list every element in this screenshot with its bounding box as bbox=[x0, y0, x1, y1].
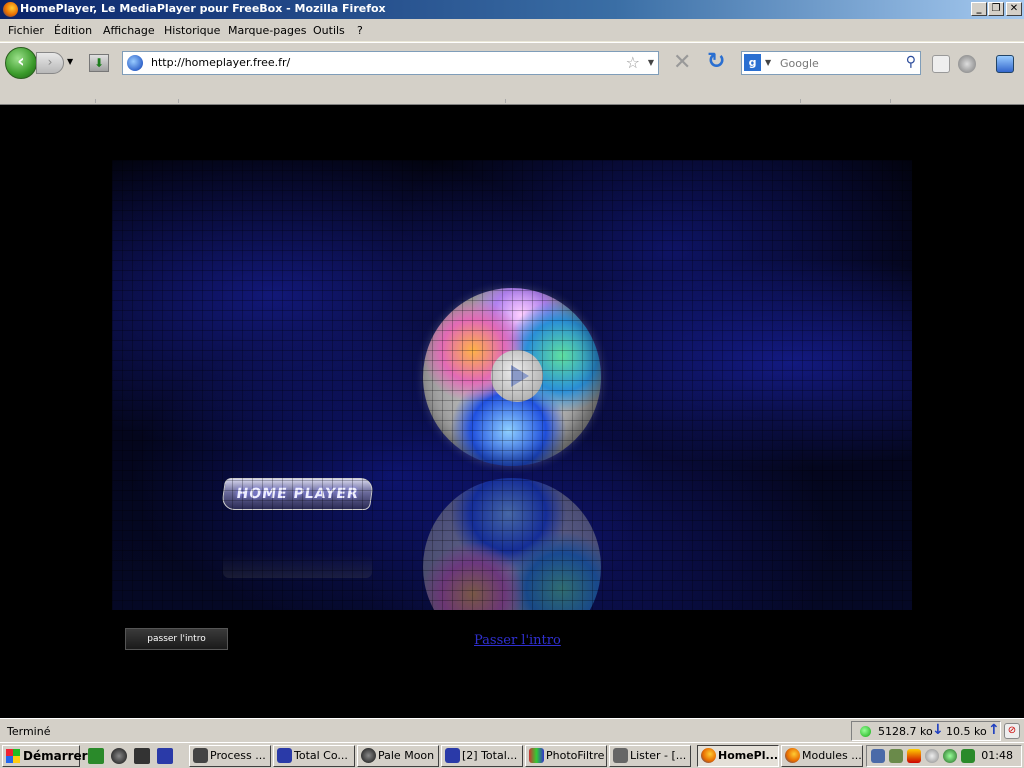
play-icon bbox=[491, 350, 543, 402]
menu-affichage[interactable]: Affichage bbox=[103, 24, 155, 37]
popup-blocker-icon[interactable]: ⊘ bbox=[1004, 723, 1020, 739]
windows-logo-icon bbox=[6, 749, 20, 763]
connection-status-icon bbox=[860, 726, 871, 737]
status-text: Terminé bbox=[7, 725, 51, 738]
task-label: Total Co... bbox=[294, 749, 348, 762]
bookmark-star-icon[interactable]: ☆ bbox=[626, 53, 640, 72]
stop-icon[interactable]: ✕ bbox=[673, 52, 691, 74]
reload-icon[interactable]: ↻ bbox=[707, 51, 725, 73]
task-icon bbox=[277, 748, 292, 763]
skip-intro-button[interactable]: passer l'intro bbox=[125, 628, 228, 650]
close-button[interactable]: ✕ bbox=[1006, 2, 1022, 16]
blocked-popup-icon[interactable] bbox=[932, 55, 950, 73]
download-rate: 5128.7 ko bbox=[878, 725, 933, 738]
window-title: HomePlayer, Le MediaPlayer pour FreeBox … bbox=[20, 2, 386, 15]
menu-historique[interactable]: Historique bbox=[164, 24, 220, 37]
task-modules[interactable]: Modules ... bbox=[781, 745, 863, 767]
task-icon bbox=[613, 748, 628, 763]
task-label: PhotoFiltre bbox=[546, 749, 605, 762]
transfer-rate-panel: 5128.7 ko ↓ 10.5 ko ↑ bbox=[851, 721, 1001, 741]
firefox-icon[interactable] bbox=[3, 2, 18, 17]
window-titlebar: HomePlayer, Le MediaPlayer pour FreeBox … bbox=[0, 0, 1024, 19]
tray-icon[interactable] bbox=[889, 749, 903, 763]
task-process[interactable]: Process ... bbox=[189, 745, 271, 767]
bookmark-separator bbox=[890, 99, 891, 103]
firefox-task-icon bbox=[785, 748, 800, 763]
bookmark-separator bbox=[800, 99, 801, 103]
flash-intro[interactable]: HOME PLAYER passer l'intro bbox=[112, 160, 912, 650]
url-bar[interactable]: http://homeplayer.free.fr/ ☆ ▼ bbox=[122, 51, 659, 75]
start-label: Démarrer bbox=[23, 749, 88, 763]
tray-icon[interactable] bbox=[961, 749, 975, 763]
menu-help[interactable]: ? bbox=[357, 24, 363, 37]
search-engine-dropdown-icon[interactable]: ▼ bbox=[765, 58, 771, 67]
navigation-toolbar: ‹ › ▼ ⬇ http://homeplayer.free.fr/ ☆ ▼ ✕… bbox=[0, 42, 1024, 82]
quicklaunch-icon[interactable] bbox=[88, 748, 104, 764]
task-label: Pale Moon bbox=[378, 749, 435, 762]
task-pale-moon[interactable]: Pale Moon bbox=[357, 745, 439, 767]
task-homeplayer-firefox[interactable]: HomePl... bbox=[697, 745, 779, 767]
clock[interactable]: 01:48 bbox=[981, 749, 1013, 762]
task-icon bbox=[361, 748, 376, 763]
search-engine-icon[interactable]: g bbox=[744, 54, 761, 71]
menu-bar: Fichier Édition Affichage Historique Mar… bbox=[0, 19, 1024, 42]
bookmark-separator bbox=[505, 99, 506, 103]
menu-fichier[interactable]: Fichier bbox=[8, 24, 44, 37]
task-icon bbox=[529, 748, 544, 763]
url-dropdown-icon[interactable]: ▼ bbox=[648, 58, 654, 67]
zonealarm-icon[interactable] bbox=[907, 749, 921, 763]
task-total-commander-2[interactable]: [2] Total... bbox=[441, 745, 523, 767]
quicklaunch-icon[interactable] bbox=[111, 748, 127, 764]
homeplayer-logo: HOME PLAYER bbox=[220, 478, 375, 510]
orb-reflection bbox=[423, 478, 601, 610]
bookmark-separator bbox=[178, 99, 179, 103]
menu-outils[interactable]: Outils bbox=[313, 24, 345, 37]
bookmarks-toolbar bbox=[0, 82, 1024, 105]
logo-reflection bbox=[223, 554, 372, 578]
task-label: Modules ... bbox=[802, 749, 862, 762]
menu-edition[interactable]: Édition bbox=[54, 24, 92, 37]
task-label: Process ... bbox=[210, 749, 266, 762]
task-icon bbox=[193, 748, 208, 763]
restore-button[interactable]: ❐ bbox=[988, 2, 1004, 16]
start-button[interactable]: Démarrer bbox=[2, 745, 88, 767]
task-label: [2] Total... bbox=[462, 749, 518, 762]
bookmark-separator bbox=[95, 99, 96, 103]
history-dropdown-icon[interactable]: ▼ bbox=[67, 57, 73, 66]
minimize-button[interactable]: _ bbox=[971, 2, 987, 16]
quicklaunch-icon[interactable] bbox=[134, 748, 150, 764]
download-icon[interactable]: ⬇ bbox=[89, 54, 109, 72]
forward-button[interactable]: › bbox=[36, 52, 64, 74]
status-bar: Terminé 5128.7 ko ↓ 10.5 ko ↑ ⊘ bbox=[0, 718, 1024, 742]
homeplayer-orb-logo bbox=[423, 288, 601, 466]
sidebar-icon[interactable] bbox=[996, 55, 1014, 73]
firefox-task-icon bbox=[701, 748, 716, 763]
tray-icon[interactable] bbox=[925, 749, 939, 763]
site-identity-icon[interactable] bbox=[127, 55, 143, 71]
upload-rate: 10.5 ko bbox=[946, 725, 987, 738]
network-icon[interactable] bbox=[871, 749, 885, 763]
task-total-commander[interactable]: Total Co... bbox=[273, 745, 355, 767]
task-label: Lister - [... bbox=[630, 749, 687, 762]
addon-icon[interactable] bbox=[958, 55, 976, 73]
download-arrow-icon: ↓ bbox=[932, 722, 944, 738]
system-tray: 01:48 bbox=[866, 745, 1022, 767]
windows-taskbar: Démarrer Process ... Total Co... Pale Mo… bbox=[0, 742, 1024, 768]
back-button[interactable]: ‹ bbox=[5, 47, 37, 79]
task-label: HomePl... bbox=[718, 749, 779, 762]
search-input[interactable]: Google bbox=[780, 57, 819, 70]
search-bar[interactable]: g ▼ Google ⚲ bbox=[741, 51, 921, 75]
search-icon[interactable]: ⚲ bbox=[906, 54, 916, 70]
menu-marque-pages[interactable]: Marque-pages bbox=[228, 24, 306, 37]
quicklaunch-icon[interactable] bbox=[157, 748, 173, 764]
url-text[interactable]: http://homeplayer.free.fr/ bbox=[151, 56, 290, 69]
skip-intro-link[interactable]: Passer l'intro bbox=[474, 633, 561, 648]
page-content: HOME PLAYER passer l'intro Passer l'intr… bbox=[0, 106, 1024, 718]
task-icon bbox=[445, 748, 460, 763]
task-photofiltre[interactable]: PhotoFiltre bbox=[525, 745, 607, 767]
task-lister[interactable]: Lister - [... bbox=[609, 745, 691, 767]
tray-icon[interactable] bbox=[943, 749, 957, 763]
upload-arrow-icon: ↑ bbox=[988, 722, 1000, 738]
